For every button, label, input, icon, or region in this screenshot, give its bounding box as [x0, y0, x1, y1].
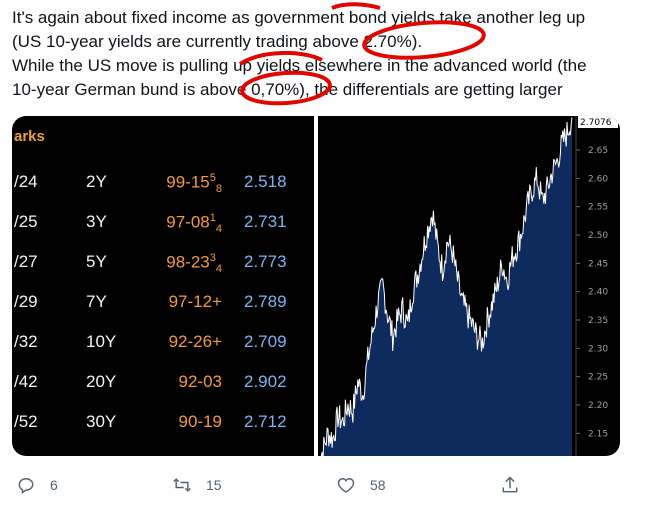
table-row: /52 30Y 90-19 2.712	[12, 402, 314, 442]
table-title: arks	[14, 128, 45, 145]
price-fraction-denominator: 8	[215, 183, 222, 196]
table-row: /42 20Y 92-03 2.902	[12, 362, 314, 402]
yield-value: 2.518	[244, 172, 287, 191]
yield-area	[318, 117, 572, 456]
y-tick-label: 2.50	[588, 231, 608, 241]
yield-value: 2.712	[244, 412, 287, 431]
tweet-line: It's again about fixed income as governm…	[12, 8, 586, 27]
tweet-media[interactable]: arks /24 2Y 99-1558 2.518/25 3Y 97-0814 2.731/…	[12, 116, 620, 456]
tweet-line: While the US move is pulling up yields e…	[12, 56, 587, 75]
tenor: 5Y	[86, 252, 107, 271]
tweet-line: (US 10-year yields are currently trading…	[12, 32, 423, 51]
heart-icon	[337, 478, 355, 493]
y-tick-label: 2.40	[588, 288, 608, 298]
maturity-year: /24	[14, 172, 38, 191]
like-button[interactable]: 58	[336, 468, 386, 502]
y-tick-label: 2.15	[588, 429, 608, 439]
table-row: /25 3Y 97-0814 2.731	[12, 202, 314, 242]
tenor: 3Y	[86, 212, 107, 231]
table-row: /24 2Y 99-1558 2.518	[12, 162, 314, 202]
price-fraction-denominator: 4	[215, 223, 222, 236]
maturity-year: /42	[14, 372, 38, 391]
maturity-year: /52	[14, 412, 38, 431]
table-rows: /24 2Y 99-1558 2.518/25 3Y 97-0814 2.731/27 5Y 9…	[12, 162, 314, 442]
yield-value: 2.902	[244, 372, 287, 391]
price-main: 97-12+	[168, 292, 222, 311]
price-main: 90-19	[178, 412, 222, 431]
tenor: 7Y	[86, 292, 107, 311]
retweet-button[interactable]: 15	[172, 468, 222, 502]
yield-chart: 2.65 2.60 2.55 2.50 2.45 2.40 2.35 2.30 2.25 2.20…	[318, 116, 620, 456]
retweet-icon	[173, 478, 191, 492]
reply-icon	[18, 478, 34, 494]
price: 90-19	[179, 412, 222, 432]
yield-value: 2.731	[244, 212, 287, 231]
price-main: 99-15	[166, 172, 210, 192]
tweet-text: It's again about fixed income as governm…	[12, 6, 642, 102]
y-tick-label: 2.60	[588, 174, 608, 184]
price: 98-2334	[166, 252, 222, 275]
y-tick-label: 2.25	[588, 373, 608, 383]
like-count: 58	[370, 477, 386, 493]
price-fraction-denominator: 4	[215, 263, 222, 276]
retweet-count: 15	[206, 477, 222, 493]
price-main: 98-23	[166, 252, 210, 272]
price: 92-26+	[169, 332, 222, 352]
share-icon	[502, 476, 518, 493]
price-main: 97-08	[166, 212, 210, 232]
tenor: 20Y	[86, 372, 117, 391]
y-tick-label: 2.35	[588, 316, 608, 326]
price: 97-12+	[169, 292, 222, 312]
price-main: 92-03	[178, 372, 222, 391]
price: 99-1558	[166, 172, 222, 195]
maturity-year: /25	[14, 212, 38, 231]
maturity-year: /32	[14, 332, 38, 351]
tweet-actions: 6 15 58	[0, 468, 650, 502]
y-tick-label: 2.45	[588, 259, 608, 269]
price: 92-03	[179, 372, 222, 392]
yield-value: 2.773	[244, 252, 287, 271]
price-main: 92-26+	[168, 332, 222, 351]
price: 97-0814	[166, 212, 222, 235]
table-row: /27 5Y 98-2334 2.773	[12, 242, 314, 282]
yield-value: 2.789	[244, 292, 287, 311]
yield-chart-svg: 2.65 2.60 2.55 2.50 2.45 2.40 2.35 2.30 2.25 2.20…	[318, 116, 618, 456]
treasury-benchmarks-table: arks /24 2Y 99-1558 2.518/25 3Y 97-0814 2.731/…	[12, 116, 314, 456]
last-value-label: 2.7076	[580, 118, 612, 128]
reply-count: 6	[50, 477, 58, 493]
tweet-line: 10-year German bund is above 0,70%), the…	[12, 80, 563, 99]
tenor: 2Y	[86, 172, 107, 191]
table-row: /32 10Y 92-26+ 2.709	[12, 322, 314, 362]
tenor: 30Y	[86, 412, 117, 431]
y-tick-label: 2.65	[588, 146, 608, 156]
yield-value: 2.709	[244, 332, 287, 351]
share-button[interactable]	[500, 468, 534, 502]
maturity-year: /27	[14, 252, 38, 271]
tenor: 10Y	[86, 332, 117, 351]
y-tick-label: 2.55	[588, 203, 608, 213]
y-tick-label: 2.30	[588, 344, 608, 354]
y-tick-label: 2.20	[588, 401, 608, 411]
reply-button[interactable]: 6	[16, 468, 58, 502]
table-row: /29 7Y 97-12+ 2.789	[12, 282, 314, 322]
maturity-year: /29	[14, 292, 38, 311]
